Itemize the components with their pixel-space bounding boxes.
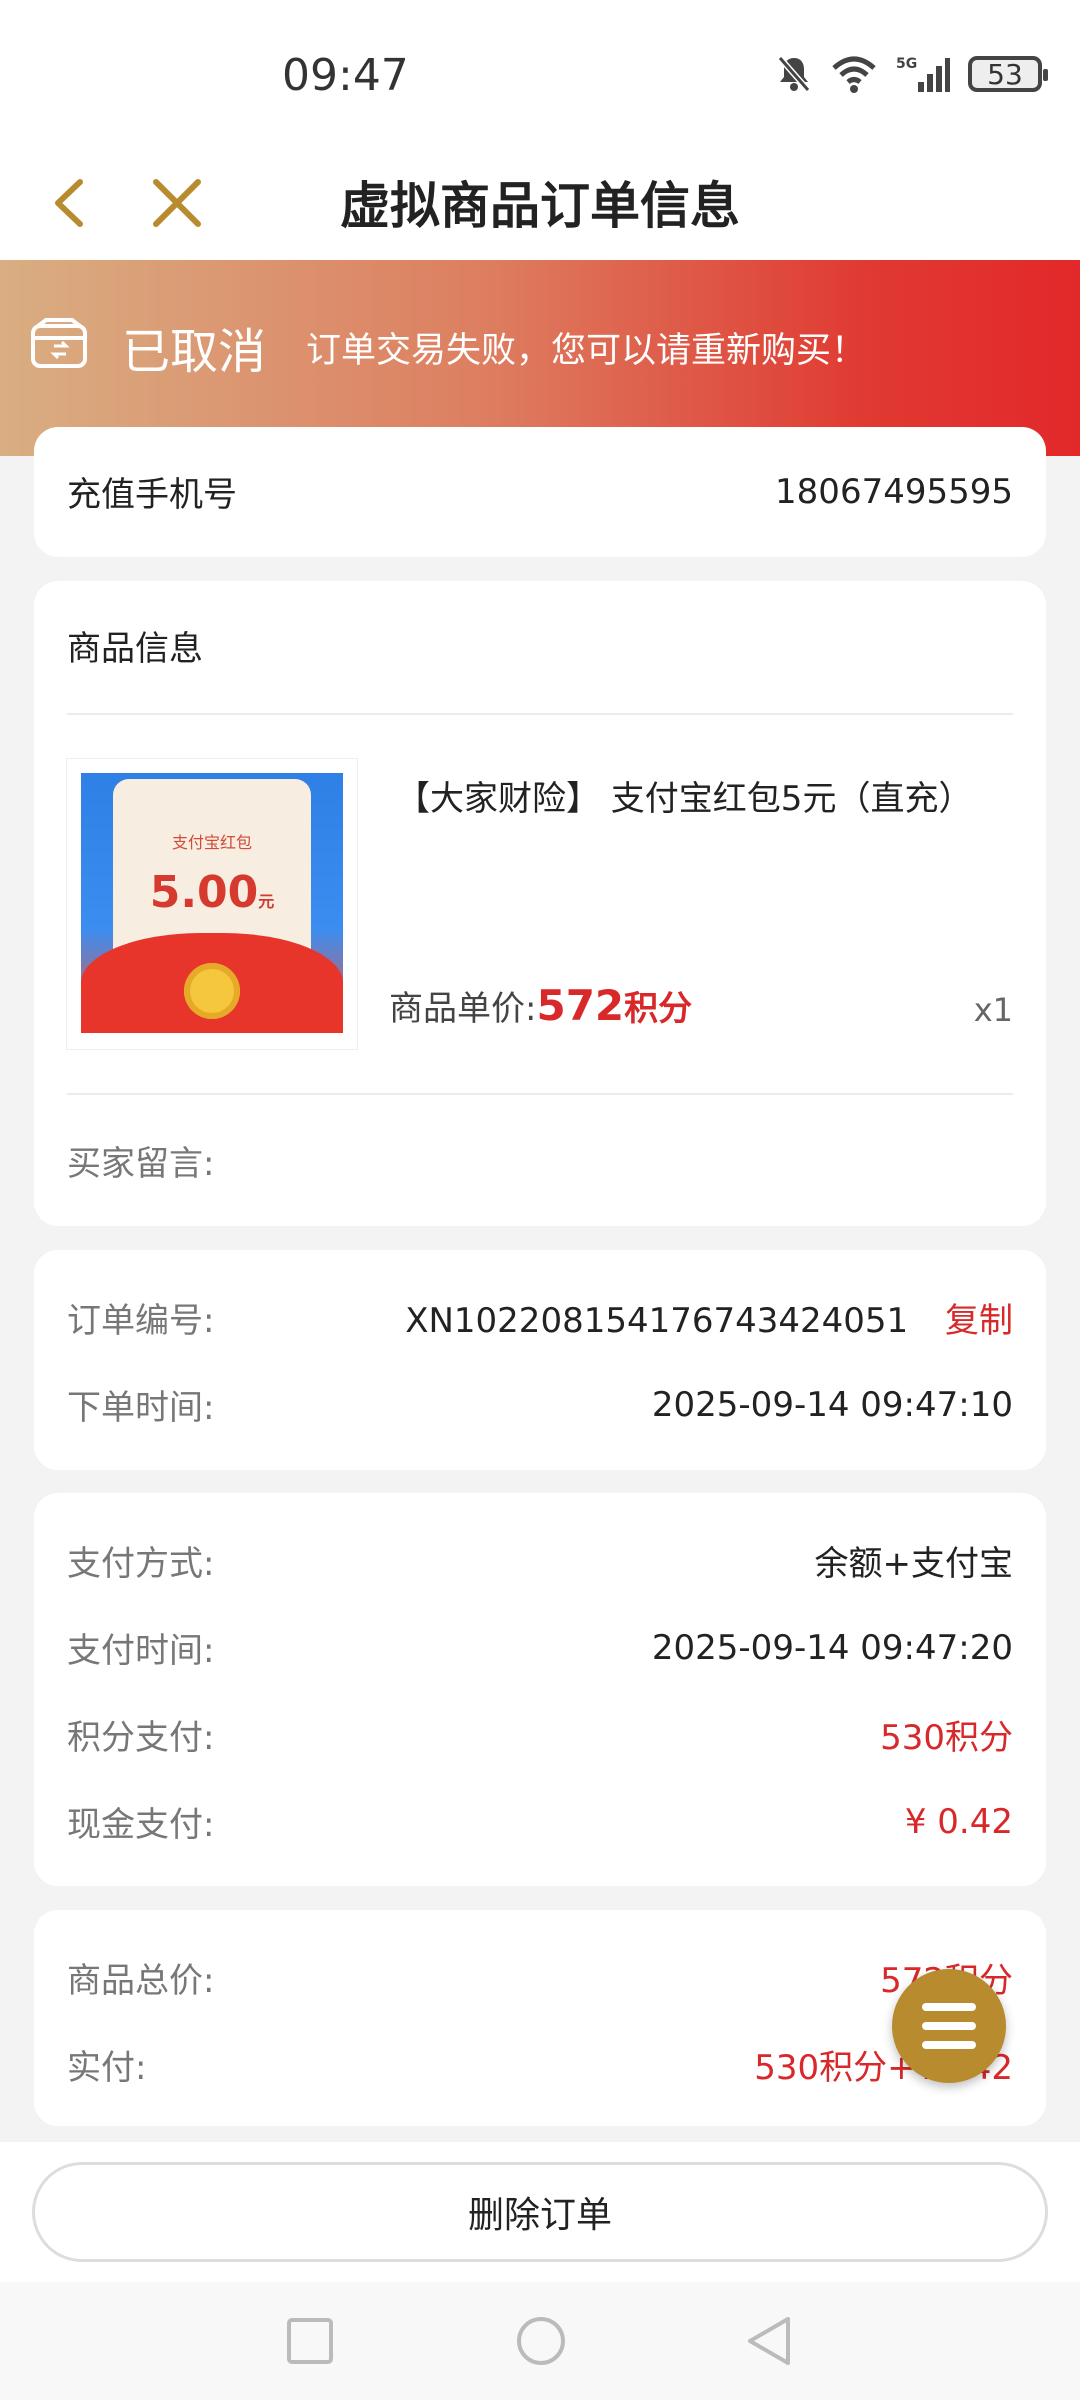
red-packet-unit: 元 [258, 892, 275, 911]
product-info-card: 商品信息 支付宝红包 5.00元 【大家财险】 支付宝红包5元（直充） 商品单价… [34, 581, 1046, 1226]
red-packet-amount: 5.00 [149, 867, 259, 918]
payment-info-card: 支付方式: 余额+支付宝 支付时间: 2025-09-14 09:47:20 积… [34, 1493, 1046, 1886]
payment-method-label: 支付方式: [67, 1544, 215, 1584]
payment-method-value: 余额+支付宝 [814, 1544, 1014, 1584]
status-time: 09:47 [282, 50, 409, 101]
svg-text:5G: 5G [896, 56, 917, 72]
product-price-unit: 积分 [624, 989, 693, 1029]
delete-order-button[interactable]: 删除订单 [32, 2162, 1048, 2262]
product-image[interactable]: 支付宝红包 5.00元 [67, 759, 357, 1049]
signal-5g-icon: 5G [896, 56, 950, 92]
order-status-message: 订单交易失败，您可以请重新购买！ [306, 331, 867, 371]
copy-button[interactable]: 复制 [945, 1301, 1013, 1341]
points-payment-label: 积分支付: [67, 1718, 215, 1758]
product-quantity: x1 [973, 991, 1013, 1029]
battery-indicator: 53 [968, 56, 1048, 92]
menu-line [922, 2003, 976, 2011]
menu-line [922, 2041, 976, 2049]
product-price-value: 572 [536, 981, 625, 1030]
order-info-card: 订单编号: XN1022081541767434240​51 复制 下单时间: … [34, 1250, 1046, 1470]
wifi-icon [832, 56, 876, 93]
system-nav-bar [0, 2282, 1080, 2400]
product-section-title: 商品信息 [67, 629, 203, 669]
product-name[interactable]: 【大家财险】 支付宝红包5元（直充） [396, 771, 972, 820]
product-price-label: 商品单价: [389, 989, 537, 1029]
status-bar: 09:47 5G 53 [0, 0, 1080, 150]
floating-menu-button[interactable] [892, 1969, 1006, 2083]
mute-bell-icon [777, 56, 811, 92]
total-price-label: 商品总价: [67, 1961, 215, 2001]
back-triangle-icon[interactable] [744, 2315, 794, 2367]
red-packet-value: 5.00元 [113, 867, 311, 918]
battery-level: 53 [987, 57, 1023, 91]
recharge-phone-value: 18067495595 [775, 471, 1013, 512]
recharge-phone-card: 充值手机号 18067495595 [34, 427, 1046, 557]
home-circle-icon[interactable] [515, 2315, 567, 2367]
bottom-action-bar: 删除订单 [0, 2142, 1080, 2282]
cash-payment-value: ¥ 0.42 [904, 1801, 1013, 1842]
menu-line [922, 2022, 976, 2030]
nav-bar: 虚拟商品订单信息 [0, 150, 1080, 260]
paid-label: 实付: [67, 2048, 147, 2088]
order-status: 已取消 [122, 324, 267, 380]
recharge-phone-label: 充值手机号 [67, 475, 237, 515]
payment-time-value: 2025-09-14 09:47:20 [651, 1627, 1013, 1668]
page-title: 虚拟商品订单信息 [340, 177, 740, 235]
order-time-value: 2025-09-14 09:47:10 [651, 1384, 1013, 1425]
order-time-label: 下单时间: [67, 1388, 215, 1428]
points-payment-value: 530积分 [880, 1718, 1013, 1758]
order-number-label: 订单编号: [67, 1301, 215, 1341]
wallet-icon [31, 318, 87, 368]
recents-square-icon[interactable] [286, 2317, 334, 2365]
divider [67, 713, 1013, 715]
cash-payment-label: 现金支付: [67, 1805, 215, 1845]
payment-time-label: 支付时间: [67, 1631, 215, 1671]
paid-points: 530积分 [754, 2048, 888, 2088]
buyer-message-label: 买家留言: [67, 1144, 215, 1184]
order-number-value: XN1022081541767434240​51 [405, 1301, 909, 1341]
status-icons: 5G 53 [776, 54, 1048, 94]
coin-icon [184, 963, 240, 1019]
red-packet-label: 支付宝红包 [171, 833, 252, 852]
product-price: 商品单价:572积分 [389, 981, 692, 1030]
divider [67, 1093, 1013, 1095]
